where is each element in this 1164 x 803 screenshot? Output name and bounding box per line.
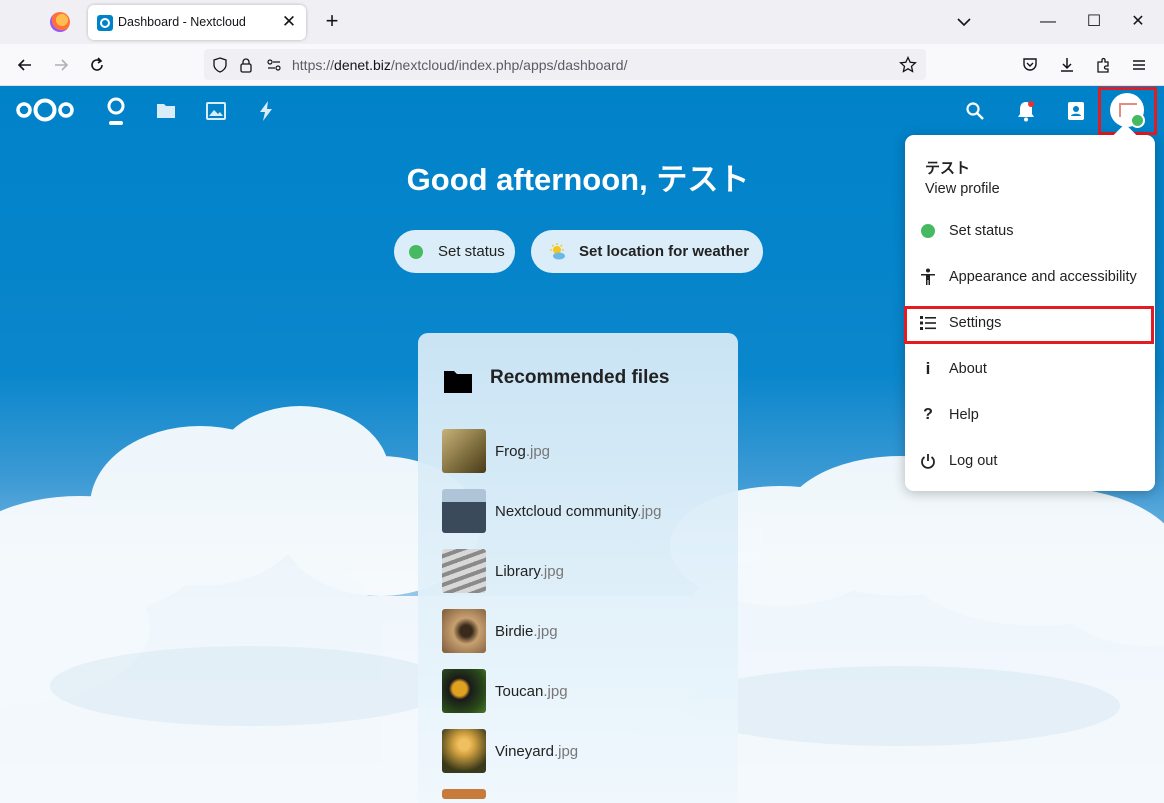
menu-item-label: Log out: [949, 453, 998, 469]
window-close-button[interactable]: ✕: [1124, 8, 1152, 36]
file-item-vineyard[interactable]: Vineyard.jpg: [442, 729, 732, 773]
contacts-icon[interactable]: [1063, 98, 1089, 124]
file-thumbnail: [442, 729, 486, 773]
accessibility-icon: [907, 268, 949, 286]
file-item-frog[interactable]: Frog.jpg: [442, 429, 732, 473]
browser-nav-bar: https://denet.biz/nextcloud/index.php/ap…: [0, 44, 1164, 86]
view-profile-link[interactable]: View profile: [925, 181, 1000, 197]
widget-title: Recommended files: [490, 367, 670, 388]
status-dot-icon: [907, 224, 949, 238]
file-thumbnail: [442, 609, 486, 653]
nextcloud-logo-icon[interactable]: [14, 96, 76, 124]
tab-close-button[interactable]: ✕: [278, 11, 300, 33]
back-arrow-icon[interactable]: [13, 53, 37, 77]
permissions-icon[interactable]: [262, 53, 286, 77]
nextcloud-header: [0, 86, 1164, 136]
file-name: Nextcloud community.jpg: [495, 503, 662, 520]
nextcloud-dashboard: Good afternoon, テスト Set status Set locat…: [0, 86, 1164, 803]
menu-item-appearance[interactable]: Appearance and accessibility: [905, 254, 1155, 300]
menu-item-about[interactable]: i About: [905, 346, 1155, 392]
menu-item-label: About: [949, 361, 987, 377]
forward-arrow-icon[interactable]: [49, 53, 73, 77]
set-status-label: Set status: [438, 243, 505, 260]
url-path: /nextcloud/index.php/apps/dashboard/: [390, 57, 628, 73]
downloads-icon[interactable]: [1055, 53, 1079, 77]
url-text[interactable]: https://denet.biz/nextcloud/index.php/ap…: [292, 57, 627, 73]
browser-tab-bar: Dashboard - Nextcloud ✕ + — ☐ ✕: [0, 0, 1164, 44]
nextcloud-favicon-icon: [97, 15, 113, 31]
file-thumbnail: [442, 429, 486, 473]
set-status-button[interactable]: Set status: [394, 230, 515, 273]
pocket-icon[interactable]: [1018, 53, 1042, 77]
menu-item-label: Help: [949, 407, 979, 423]
user-display-name: テスト: [925, 160, 971, 177]
file-item-library[interactable]: Library.jpg: [442, 549, 732, 593]
file-thumbnail: [442, 489, 486, 533]
tab-title: Dashboard - Nextcloud: [118, 15, 246, 29]
menu-item-logout[interactable]: Log out: [905, 438, 1155, 484]
status-online-dot-icon: [409, 244, 423, 259]
file-thumbnail: [442, 669, 486, 713]
recommended-files-widget: Recommended files Frog.jpg Nextcloud com…: [418, 333, 738, 803]
power-icon: [907, 453, 949, 469]
menu-item-label: Appearance and accessibility: [949, 269, 1137, 285]
file-name: Library.jpg: [495, 563, 564, 580]
set-weather-label: Set location for weather: [579, 243, 750, 260]
weather-partly-sunny-icon: [547, 242, 567, 262]
shield-icon[interactable]: [208, 53, 232, 77]
set-weather-location-button[interactable]: Set location for weather: [531, 230, 763, 273]
file-item-toucan[interactable]: Toucan.jpg: [442, 669, 732, 713]
file-name: Frog.jpg: [495, 443, 551, 460]
info-icon: i: [925, 359, 931, 378]
file-name: Toucan.jpg: [495, 683, 568, 700]
browser-tab-dashboard[interactable]: Dashboard - Nextcloud ✕: [88, 5, 306, 40]
menu-item-label: Set status: [949, 223, 1014, 239]
hamburger-menu-icon[interactable]: [1127, 53, 1151, 77]
search-icon[interactable]: [962, 98, 988, 124]
bookmark-star-icon[interactable]: [896, 53, 920, 77]
help-question-icon: ?: [923, 406, 933, 423]
extensions-puzzle-icon[interactable]: [1092, 53, 1116, 77]
files-app-folder-icon[interactable]: [153, 98, 179, 124]
file-item-nextcloud-community[interactable]: Nextcloud community.jpg: [442, 489, 732, 533]
url-host: denet.biz: [334, 57, 391, 73]
folder-icon: [443, 368, 473, 394]
activity-app-lightning-icon[interactable]: [253, 98, 279, 124]
lock-icon[interactable]: [234, 53, 258, 77]
reload-icon[interactable]: [85, 53, 109, 77]
settings-highlight-box: [904, 306, 1154, 344]
window-minimize-button[interactable]: —: [1034, 8, 1062, 36]
notifications-bell-icon[interactable]: [1013, 98, 1039, 124]
dashboard-app-icon[interactable]: [103, 97, 129, 125]
url-scheme: https://: [292, 57, 335, 73]
menu-item-set-status[interactable]: Set status: [905, 208, 1155, 254]
file-name: Vineyard.jpg: [495, 743, 579, 760]
list-all-tabs-chevron-icon[interactable]: [952, 10, 976, 34]
file-item-birdie[interactable]: Birdie.jpg: [442, 609, 732, 653]
new-tab-button[interactable]: +: [320, 9, 344, 33]
menu-item-help[interactable]: ? Help: [905, 392, 1155, 438]
firefox-icon[interactable]: [50, 12, 70, 32]
url-bar[interactable]: https://denet.biz/nextcloud/index.php/ap…: [204, 49, 926, 80]
file-thumbnail-partial: [442, 789, 486, 799]
file-thumbnail: [442, 549, 486, 593]
window-maximize-button[interactable]: ☐: [1080, 8, 1108, 36]
photos-app-image-icon[interactable]: [203, 98, 229, 124]
file-name: Birdie.jpg: [495, 623, 558, 640]
